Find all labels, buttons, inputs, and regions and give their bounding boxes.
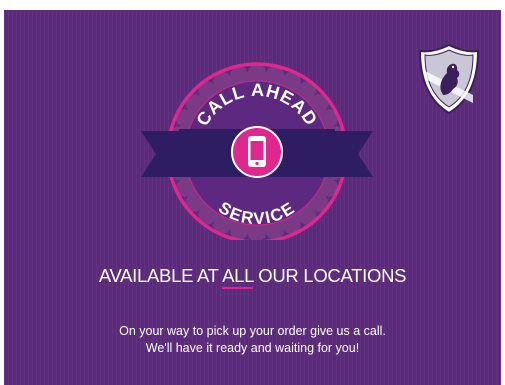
instructions-text: On your way to pick up your order give u… [4, 323, 501, 357]
headline-suffix: OUR LOCATIONS [253, 265, 407, 286]
call-ahead-banner: CALL AHEAD SERVICE AVAILABLE AT ALL OUR … [4, 10, 501, 385]
availability-headline: AVAILABLE AT ALL OUR LOCATIONS [4, 265, 501, 289]
headline-prefix: AVAILABLE AT [98, 265, 223, 286]
instructions-line-1: On your way to pick up your order give u… [119, 324, 386, 338]
headline-emphasis: ALL [222, 265, 254, 289]
smartphone-icon [248, 136, 266, 167]
instructions-line-2: We'll have it ready and waiting for you! [145, 341, 360, 355]
crest-shield-logo [418, 43, 480, 115]
